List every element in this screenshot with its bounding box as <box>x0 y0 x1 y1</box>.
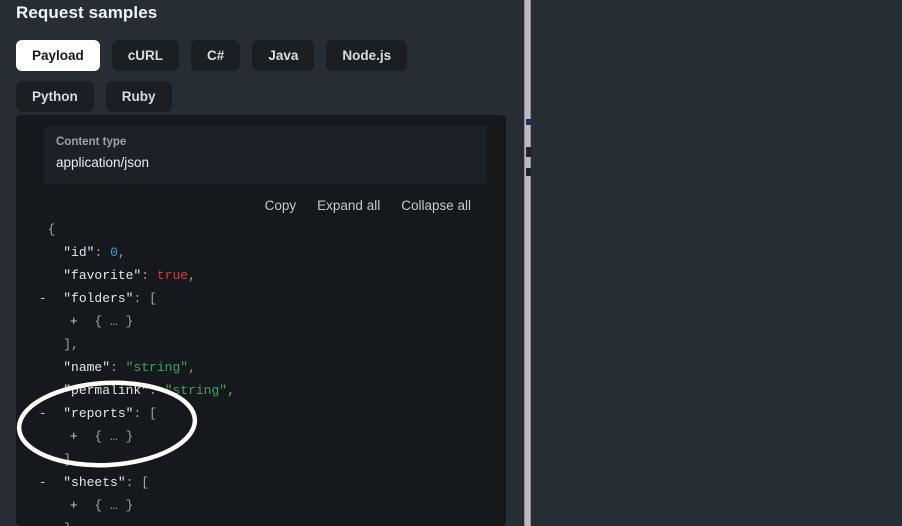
toggle-spacer <box>38 241 48 264</box>
indent-spacer <box>22 475 38 490</box>
left-panel: Request samples Payload cURL C# Java Node.js… <box>0 0 521 526</box>
json-left-line-text: "favorite": true, <box>48 268 196 283</box>
collapse-all-button[interactable]: Collapse all <box>401 198 471 213</box>
json-left-line-text: "id": 0, <box>48 245 126 260</box>
indent-spacer <box>22 521 38 526</box>
json-left-line-text: "reports": [ <box>48 406 157 421</box>
json-left-line: + { … } <box>22 425 235 448</box>
json-payload-left: { "id": 0, "favorite": true, - "folders"… <box>22 218 235 526</box>
json-left-line: "favorite": true, <box>22 264 235 287</box>
json-left-line: - "folders": [ <box>22 287 235 310</box>
tab-c-[interactable]: C# <box>191 40 240 71</box>
json-left-line: - "reports": [ <box>22 402 235 425</box>
tab-curl[interactable]: cURL <box>112 40 179 71</box>
tab-java[interactable]: Java <box>252 40 314 71</box>
json-left-line: - "sheets": [ <box>22 471 235 494</box>
indent-spacer <box>22 452 38 467</box>
screenshot-root: Request samples PayloadcURLC#JavaNode.js… <box>0 0 902 526</box>
expand-toggle-icon[interactable]: + <box>69 425 79 448</box>
tab-python[interactable]: Python <box>16 81 94 112</box>
indent-spacer <box>22 429 69 444</box>
toggle-spacer <box>38 356 48 379</box>
json-left-line: "name": "string", <box>22 356 235 379</box>
json-left-line: "id": 0, <box>22 241 235 264</box>
json-left-line-text: { … } <box>79 314 134 329</box>
indent-spacer <box>22 360 38 375</box>
json-left-line: "permalink": "string", <box>22 379 235 402</box>
json-left-line: + { … } <box>22 494 235 517</box>
json-left-line: + { … } <box>22 310 235 333</box>
expand-all-button[interactable]: Expand all <box>317 198 380 213</box>
indent-spacer <box>22 291 38 306</box>
json-left-line-text: ], <box>48 521 79 526</box>
json-left-line: ], <box>22 517 235 526</box>
collapse-toggle-icon[interactable]: - <box>38 402 48 425</box>
json-left-line-text: "name": "string", <box>48 360 196 375</box>
json-left-line: ], <box>22 333 235 356</box>
json-left-line-text: { … } <box>79 429 134 444</box>
json-left-line-text: ], <box>48 452 79 467</box>
json-left-line-text: { … } <box>79 498 134 513</box>
indent-spacer <box>22 337 38 352</box>
toggle-spacer <box>22 218 32 241</box>
panel-divider[interactable] <box>524 0 531 526</box>
tab-node-js[interactable]: Node.js <box>326 40 407 71</box>
indent-spacer <box>22 498 69 513</box>
indent-spacer <box>22 406 38 421</box>
toggle-spacer <box>38 379 48 402</box>
copy-button[interactable]: Copy <box>265 198 297 213</box>
collapse-toggle-icon[interactable]: - <box>38 287 48 310</box>
json-left-line-text: ], <box>48 337 79 352</box>
indent-spacer <box>22 245 38 260</box>
json-left-line-text: "folders": [ <box>48 291 157 306</box>
json-left-line-text: { <box>32 222 55 237</box>
content-type-box: Content type application/json <box>44 126 487 184</box>
divider-artifact <box>526 147 531 157</box>
json-left-line: ], <box>22 448 235 471</box>
toggle-spacer <box>38 333 48 356</box>
toggle-spacer <box>38 517 48 526</box>
tab-ruby[interactable]: Ruby <box>106 81 172 112</box>
expand-toggle-icon[interactable]: + <box>69 310 79 333</box>
tab-payload[interactable]: Payload <box>16 40 100 71</box>
request-samples-tabs: Payload cURL C# Java Node.js Python Ruby <box>16 40 496 112</box>
divider-artifact <box>526 168 531 176</box>
right-panel: PayloadcURLC#JavaNode.jsPythonRuby Conte… <box>540 0 902 526</box>
page-title: Request samples <box>16 3 157 23</box>
indent-spacer <box>22 268 38 283</box>
code-actions-bar: Copy Expand all Collapse all <box>265 198 471 213</box>
divider-artifact <box>526 119 531 125</box>
content-type-value: application/json <box>56 150 475 173</box>
json-left-line-text: "permalink": "string", <box>48 383 235 398</box>
json-left-line: { <box>22 218 235 241</box>
content-type-label: Content type <box>56 135 475 150</box>
expand-toggle-icon[interactable]: + <box>69 494 79 517</box>
collapse-toggle-icon[interactable]: - <box>38 471 48 494</box>
toggle-spacer <box>38 264 48 287</box>
toggle-spacer <box>38 448 48 471</box>
json-left-line-text: "sheets": [ <box>48 475 149 490</box>
indent-spacer <box>22 383 38 398</box>
indent-spacer <box>22 314 69 329</box>
